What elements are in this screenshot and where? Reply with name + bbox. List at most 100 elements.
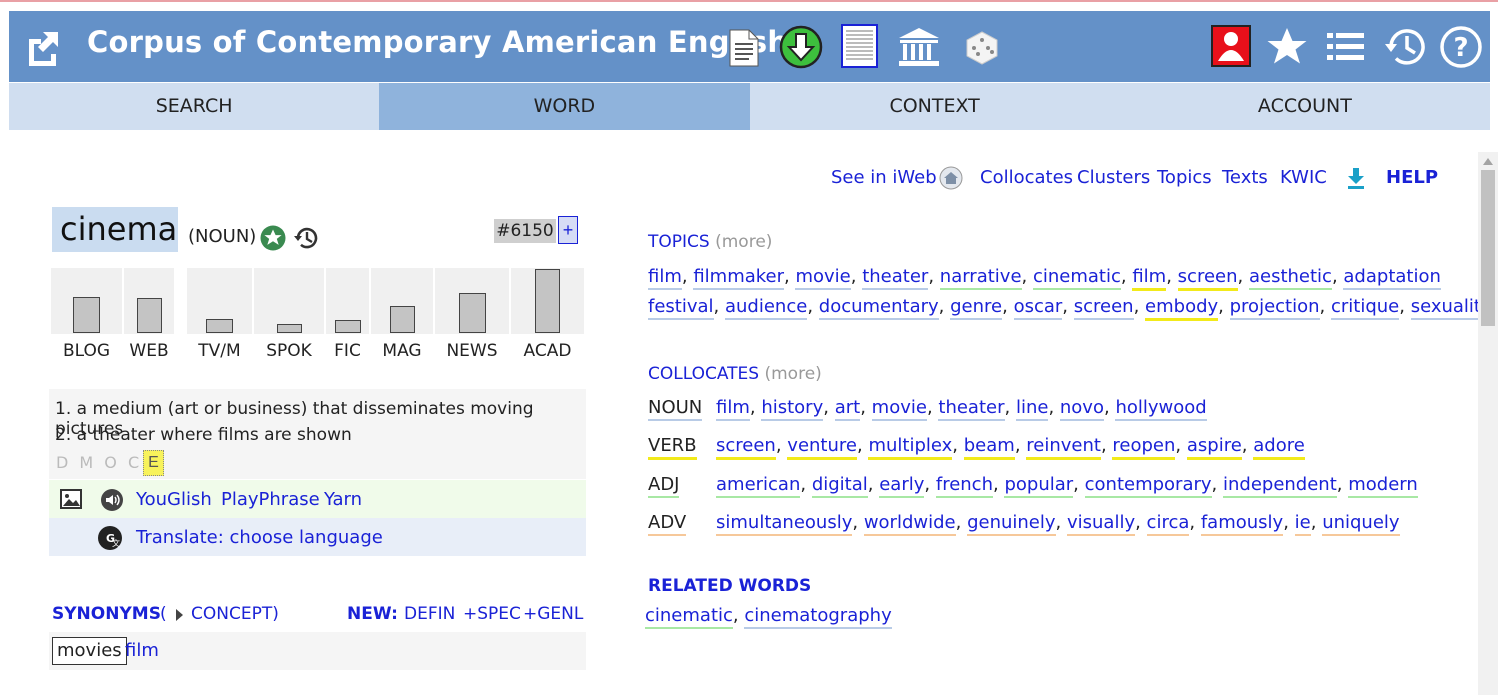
chart-category-label[interactable]: TV/M — [187, 341, 252, 361]
download-arrow-icon[interactable] — [1346, 167, 1366, 189]
chart-category-label[interactable]: NEWS — [435, 341, 509, 361]
word-link[interactable]: movie — [795, 266, 851, 290]
collocates-more-link[interactable]: (more) — [764, 364, 821, 384]
download-icon[interactable] — [779, 25, 823, 69]
word-link[interactable]: filmmaker — [693, 266, 785, 290]
word-link[interactable]: genre — [950, 296, 1003, 320]
genl-link[interactable]: +GENL — [523, 604, 583, 624]
topics-more-link[interactable]: (more) — [715, 232, 772, 252]
favorite-star-icon[interactable] — [260, 225, 286, 251]
word-link[interactable]: screen — [1177, 266, 1238, 291]
word-link[interactable]: audience — [724, 296, 808, 320]
word-link[interactable]: reopen — [1112, 435, 1176, 460]
word-link[interactable]: multiplex — [868, 435, 953, 460]
word-history-icon[interactable] — [292, 225, 319, 251]
topics-link[interactable]: Topics — [1157, 167, 1212, 188]
word-link[interactable]: film — [716, 397, 750, 421]
word-link[interactable]: narrative — [939, 266, 1022, 290]
help-link[interactable]: HELP — [1386, 167, 1438, 188]
word-link[interactable]: projection — [1229, 296, 1320, 320]
list-icon[interactable] — [1327, 31, 1365, 63]
texts-link[interactable]: Texts — [1222, 167, 1268, 188]
google-translate-icon[interactable]: G 文 — [97, 525, 123, 551]
word-link[interactable]: film — [1132, 266, 1167, 291]
word-link[interactable]: american — [716, 474, 801, 498]
help-icon[interactable]: ? — [1439, 25, 1483, 69]
app-title[interactable]: Corpus of Contemporary American English — [87, 25, 788, 59]
youglish-link[interactable]: YouGlish — [136, 489, 212, 510]
word-link[interactable]: film — [648, 266, 682, 290]
word-link[interactable]: genuinely — [967, 512, 1056, 536]
word-link[interactable]: beam — [963, 435, 1015, 460]
chart-bar[interactable] — [459, 293, 486, 333]
word-link[interactable]: line — [1015, 397, 1049, 421]
star-icon[interactable] — [1265, 25, 1309, 69]
concept-link[interactable]: CONCEPT) — [191, 604, 279, 624]
chart-bar[interactable] — [535, 269, 560, 333]
playphrase-link[interactable]: PlayPhrase — [221, 489, 320, 510]
scroll-up-icon[interactable] — [1483, 158, 1493, 165]
see-in-iweb-link[interactable]: See in iWeb — [831, 167, 937, 188]
word-link[interactable]: embody — [1145, 296, 1219, 321]
scrollbar-thumb[interactable] — [1481, 170, 1495, 326]
word-link[interactable]: circa — [1146, 512, 1190, 536]
history-icon[interactable] — [1381, 25, 1427, 69]
collocates-link[interactable]: Collocates — [980, 167, 1073, 188]
word-link[interactable]: critique — [1330, 296, 1400, 320]
word-link[interactable]: cinematic — [1032, 266, 1121, 290]
word-link[interactable]: venture — [787, 435, 857, 460]
word-link[interactable]: documentary — [818, 296, 939, 320]
word-link[interactable]: movie — [871, 397, 927, 421]
word-link[interactable]: simultaneously — [716, 512, 853, 536]
word-link[interactable]: adaptation — [1343, 266, 1441, 290]
spec-link[interactable]: +SPEC — [463, 604, 521, 624]
chart-category-label[interactable]: SPOK — [254, 341, 324, 361]
clusters-link[interactable]: Clusters — [1077, 167, 1150, 188]
translate-link[interactable]: Translate: choose language — [136, 527, 383, 548]
dice-icon[interactable] — [964, 30, 1000, 66]
topics-label[interactable]: TOPICS — [648, 232, 710, 252]
synonyms-label[interactable]: SYNONYMS — [52, 604, 161, 624]
word-link[interactable]: history — [761, 397, 824, 421]
defin-link[interactable]: DEFIN — [404, 604, 455, 624]
word-link[interactable]: oscar — [1013, 296, 1063, 320]
word-link[interactable]: digital — [811, 474, 868, 498]
chart-bar[interactable] — [390, 306, 415, 333]
tab-word[interactable]: WORD — [379, 83, 750, 130]
chart-category-label[interactable]: ACAD — [511, 341, 584, 361]
user-icon[interactable] — [1211, 25, 1251, 67]
rank-plus-button[interactable]: + — [558, 216, 578, 244]
word-link[interactable]: novo — [1059, 397, 1104, 421]
chart-category-label[interactable]: MAG — [371, 341, 433, 361]
word-link[interactable]: hollywood — [1115, 397, 1207, 421]
chart-bar[interactable] — [335, 320, 361, 333]
tab-context[interactable]: CONTEXT — [749, 83, 1120, 130]
word-link[interactable]: art — [834, 397, 861, 421]
chart-bar[interactable] — [73, 297, 100, 333]
chart-category-label[interactable]: WEB — [124, 341, 174, 361]
kwic-link[interactable]: KWIC — [1280, 167, 1327, 188]
word-link[interactable]: aspire — [1186, 435, 1242, 460]
word-link[interactable]: popular — [1004, 474, 1074, 498]
word-link[interactable]: cinematic — [645, 605, 733, 629]
word-link[interactable]: adore — [1253, 435, 1305, 460]
word-link[interactable]: screen — [1073, 296, 1134, 320]
document-icon[interactable] — [727, 28, 761, 68]
tab-account[interactable]: ACCOUNT — [1119, 83, 1490, 130]
word-link[interactable]: worldwide — [863, 512, 956, 536]
word-link[interactable]: theater — [938, 397, 1005, 421]
word-link[interactable]: screen — [716, 435, 776, 460]
word-link[interactable]: reinvent — [1026, 435, 1101, 460]
collocates-label[interactable]: COLLOCATES — [648, 364, 759, 384]
chart-category-label[interactable]: BLOG — [51, 341, 122, 361]
word-link[interactable]: early — [879, 474, 925, 498]
word-link[interactable]: contemporary — [1084, 474, 1212, 498]
yarn-link[interactable]: Yarn — [324, 489, 362, 510]
word-link[interactable]: uniquely — [1322, 512, 1400, 536]
text-page-icon[interactable] — [841, 24, 878, 68]
chart-bar[interactable] — [137, 298, 162, 333]
image-icon[interactable] — [60, 489, 82, 509]
triangle-right-icon[interactable] — [175, 608, 184, 622]
word-link[interactable]: theater — [862, 266, 929, 290]
museum-icon[interactable] — [897, 26, 941, 68]
